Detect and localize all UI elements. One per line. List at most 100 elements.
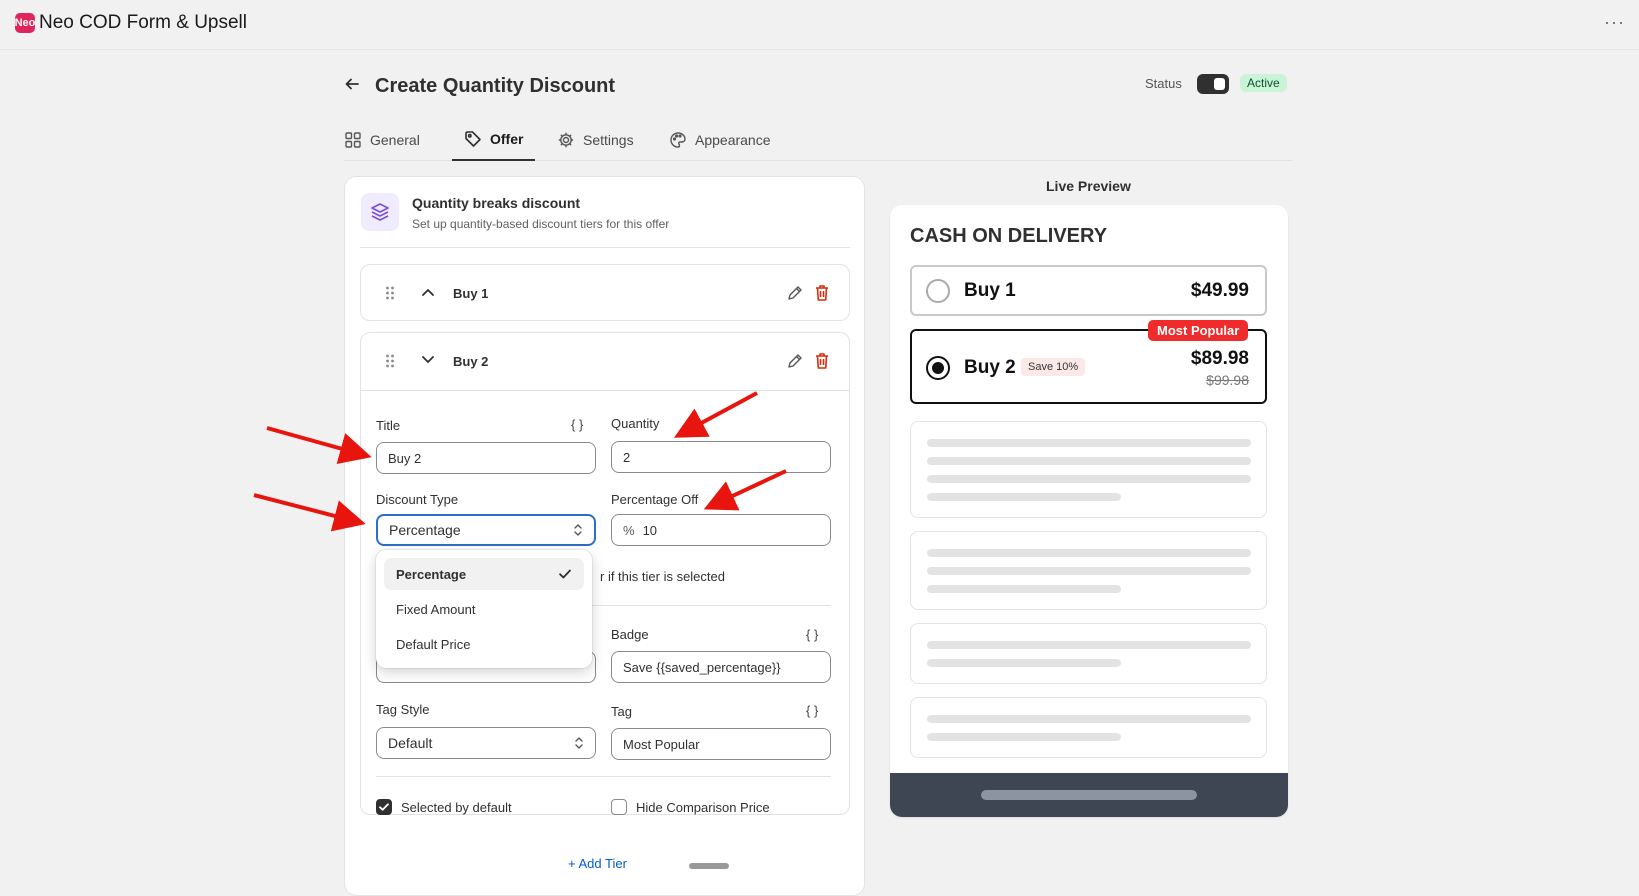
tag-icon — [464, 130, 482, 148]
preview-footer — [890, 773, 1288, 817]
preview-compare-price: $99.98 — [1206, 372, 1249, 388]
check-icon — [379, 803, 389, 811]
palette-icon — [669, 131, 687, 149]
skeleton-block — [910, 623, 1267, 684]
discount-type-value: Percentage — [389, 522, 461, 538]
tier-title: Buy 2 — [453, 354, 489, 369]
drag-handle-icon[interactable] — [385, 353, 395, 369]
dropdown-option-default-price[interactable]: Default Price — [384, 628, 584, 660]
status-toggle[interactable] — [1197, 74, 1229, 94]
tag-style-select[interactable]: Default — [376, 727, 596, 759]
selected-by-default-checkbox[interactable] — [376, 799, 392, 815]
title-input[interactable]: Buy 2 — [376, 442, 596, 474]
section-title: Quantity breaks discount — [412, 195, 581, 211]
skeleton-line — [927, 733, 1121, 741]
divider — [376, 776, 831, 777]
skeleton-line — [927, 549, 1251, 557]
hide-comparison-label: Hide Comparison Price — [636, 800, 770, 815]
live-preview-label: Live Preview — [1046, 178, 1131, 194]
badge-input[interactable]: Save {{saved_percentage}} — [611, 651, 831, 683]
percentage-off-input[interactable]: % 10 — [611, 514, 831, 546]
skeleton-line — [927, 567, 1251, 575]
edit-icon[interactable] — [786, 352, 804, 370]
tab-general[interactable]: General — [344, 118, 420, 161]
grid-icon — [344, 131, 362, 149]
skeleton-block — [910, 531, 1267, 610]
live-preview-panel: CASH ON DELIVERY Buy 1 $49.99 Most Popul… — [890, 205, 1288, 817]
checkmark-icon — [558, 568, 572, 580]
chevron-up-icon[interactable] — [421, 287, 435, 297]
tag-style-label: Tag Style — [376, 702, 430, 717]
tab-label: General — [370, 131, 420, 148]
tag-input[interactable]: Most Popular — [611, 728, 831, 760]
selected-by-default-label: Selected by default — [401, 800, 512, 815]
tag-label: Tag — [611, 704, 632, 719]
percentage-off-label: Percentage Off — [611, 492, 699, 507]
title-label: Title — [376, 418, 401, 433]
variables-braces-icon[interactable]: { } — [571, 417, 583, 432]
tag-style-value: Default — [388, 735, 433, 751]
divider — [361, 390, 849, 391]
preview-option-buy1[interactable]: Buy 1 $49.99 — [910, 265, 1267, 316]
section-subtitle: Set up quantity-based discount tiers for… — [412, 217, 670, 231]
tab-offer[interactable]: Offer — [452, 118, 536, 161]
add-tier-button[interactable]: + Add Tier — [568, 856, 627, 871]
radio-button-selected[interactable] — [926, 356, 950, 380]
back-arrow-icon[interactable] — [344, 76, 360, 92]
skeleton-line — [927, 457, 1251, 465]
delete-icon[interactable] — [814, 352, 830, 370]
tab-label: Settings — [583, 131, 634, 148]
tier-title: Buy 1 — [453, 286, 489, 301]
status-badge: Active — [1240, 74, 1287, 92]
discount-type-select[interactable]: Percentage — [376, 514, 596, 546]
app-name: Neo COD Form & Upsell — [39, 12, 247, 33]
tab-appearance[interactable]: Appearance — [669, 118, 771, 161]
tab-label: Offer — [490, 130, 524, 147]
annotation-arrow — [253, 493, 366, 532]
percentage-off-value: 10 — [642, 522, 658, 538]
page-title: Create Quantity Discount — [375, 75, 616, 97]
delete-icon[interactable] — [814, 284, 830, 302]
tier-selected-text: r if this tier is selected — [600, 569, 725, 584]
percent-prefix: % — [623, 522, 635, 538]
variables-braces-icon[interactable]: { } — [806, 703, 818, 718]
toggle-knob — [1214, 78, 1225, 90]
tier-row-buy1[interactable]: Buy 1 — [360, 264, 850, 321]
variables-braces-icon[interactable]: { } — [806, 627, 818, 642]
dropdown-option-percentage[interactable]: Percentage — [384, 558, 584, 590]
dropdown-option-fixed-amount[interactable]: Fixed Amount — [384, 593, 584, 625]
skeleton-line — [927, 439, 1251, 447]
option-label: Fixed Amount — [396, 601, 476, 617]
quantity-input[interactable]: 2 — [611, 441, 831, 473]
option-label: Percentage — [396, 566, 467, 582]
discount-type-label: Discount Type — [376, 492, 459, 507]
drag-handle-icon[interactable] — [385, 285, 395, 301]
preview-footer-button — [981, 790, 1197, 800]
skeleton-line — [927, 585, 1121, 593]
hide-comparison-checkbox[interactable] — [611, 799, 627, 815]
tab-label: Appearance — [695, 131, 771, 148]
scroll-handle[interactable] — [689, 863, 729, 869]
preview-option-title: Buy 2 — [964, 357, 1016, 378]
tab-settings[interactable]: Settings — [557, 118, 634, 161]
preview-option-buy2[interactable]: Most Popular Buy 2 Save 10% $89.98 $99.9… — [910, 320, 1267, 404]
option-label: Default Price — [396, 636, 471, 652]
tab-bar: General Offer Settings Appearance — [344, 118, 1292, 161]
radio-button[interactable] — [926, 279, 950, 303]
chevron-down-icon[interactable] — [421, 355, 435, 365]
app-logo-icon: Neo — [15, 13, 35, 33]
skeleton-line — [927, 715, 1251, 723]
skeleton-line — [927, 493, 1121, 501]
more-actions-button[interactable]: ··· — [1604, 12, 1625, 33]
skeleton-line — [927, 641, 1251, 649]
skeleton-block — [910, 421, 1267, 518]
preview-option-title: Buy 1 — [964, 280, 1016, 301]
top-bar: Neo Neo COD Form & Upsell ··· — [0, 0, 1639, 50]
divider — [360, 247, 850, 248]
skeleton-line — [927, 659, 1121, 667]
badge-label: Badge — [611, 627, 649, 642]
quantity-label: Quantity — [611, 416, 660, 431]
edit-icon[interactable] — [786, 284, 804, 302]
most-popular-tag: Most Popular — [1148, 320, 1249, 341]
gear-icon — [557, 131, 575, 149]
